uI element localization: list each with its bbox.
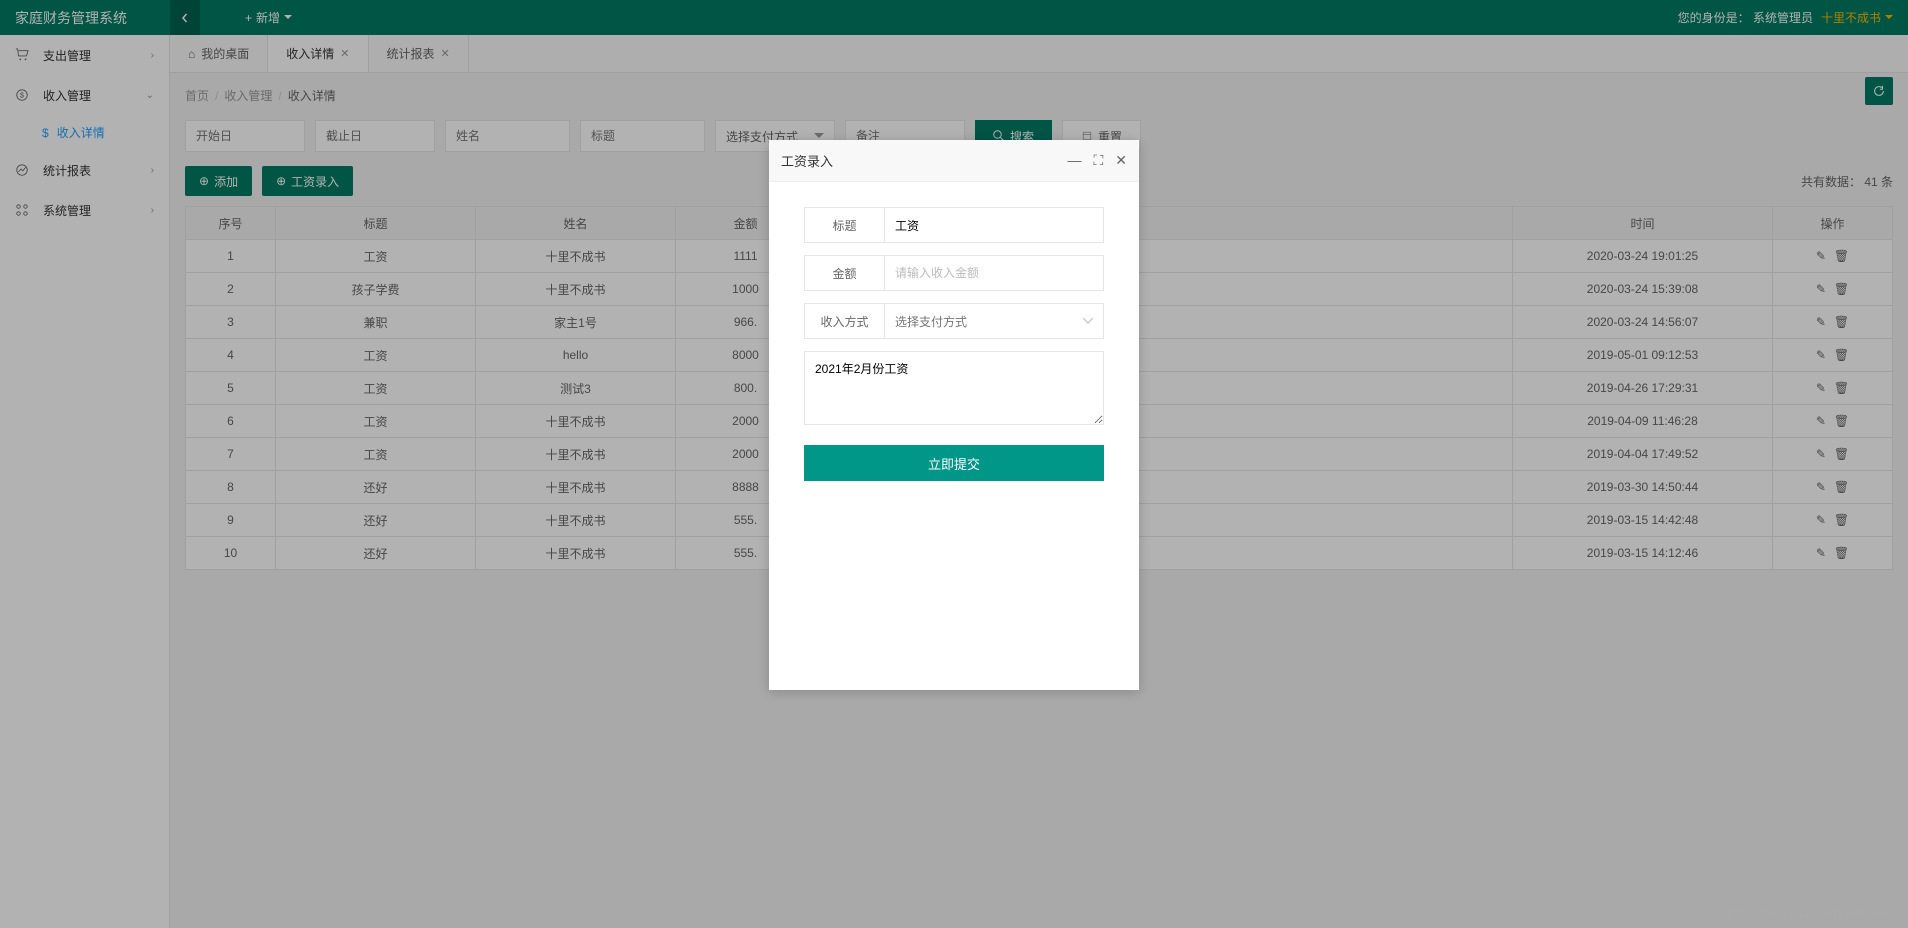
- title-field[interactable]: [884, 207, 1104, 243]
- modal-body: 标题 金额 收入方式 选择支付方式 立即提交: [769, 182, 1139, 506]
- amount-field[interactable]: [884, 255, 1104, 291]
- modal-title: 工资录入: [781, 151, 1067, 170]
- remark-textarea[interactable]: [804, 351, 1104, 425]
- caret-down-icon: [1083, 318, 1093, 324]
- watermark: https://blog.csdn.net/pastclouds: [1728, 906, 1896, 920]
- title-label: 标题: [804, 207, 884, 243]
- select-placeholder: 选择支付方式: [895, 313, 967, 330]
- submit-button[interactable]: 立即提交: [804, 445, 1104, 481]
- close-icon[interactable]: ✕: [1115, 152, 1127, 169]
- salary-modal: 工资录入 — ⛶ ✕ 标题 金额 收入方式 选择支付方式 立即提交: [769, 140, 1139, 690]
- modal-header: 工资录入 — ⛶ ✕: [769, 140, 1139, 182]
- amount-label: 金额: [804, 255, 884, 291]
- method-label: 收入方式: [804, 303, 884, 339]
- maximize-icon[interactable]: ⛶: [1093, 152, 1103, 169]
- method-select[interactable]: 选择支付方式: [884, 303, 1104, 339]
- minimize-icon[interactable]: —: [1067, 152, 1081, 169]
